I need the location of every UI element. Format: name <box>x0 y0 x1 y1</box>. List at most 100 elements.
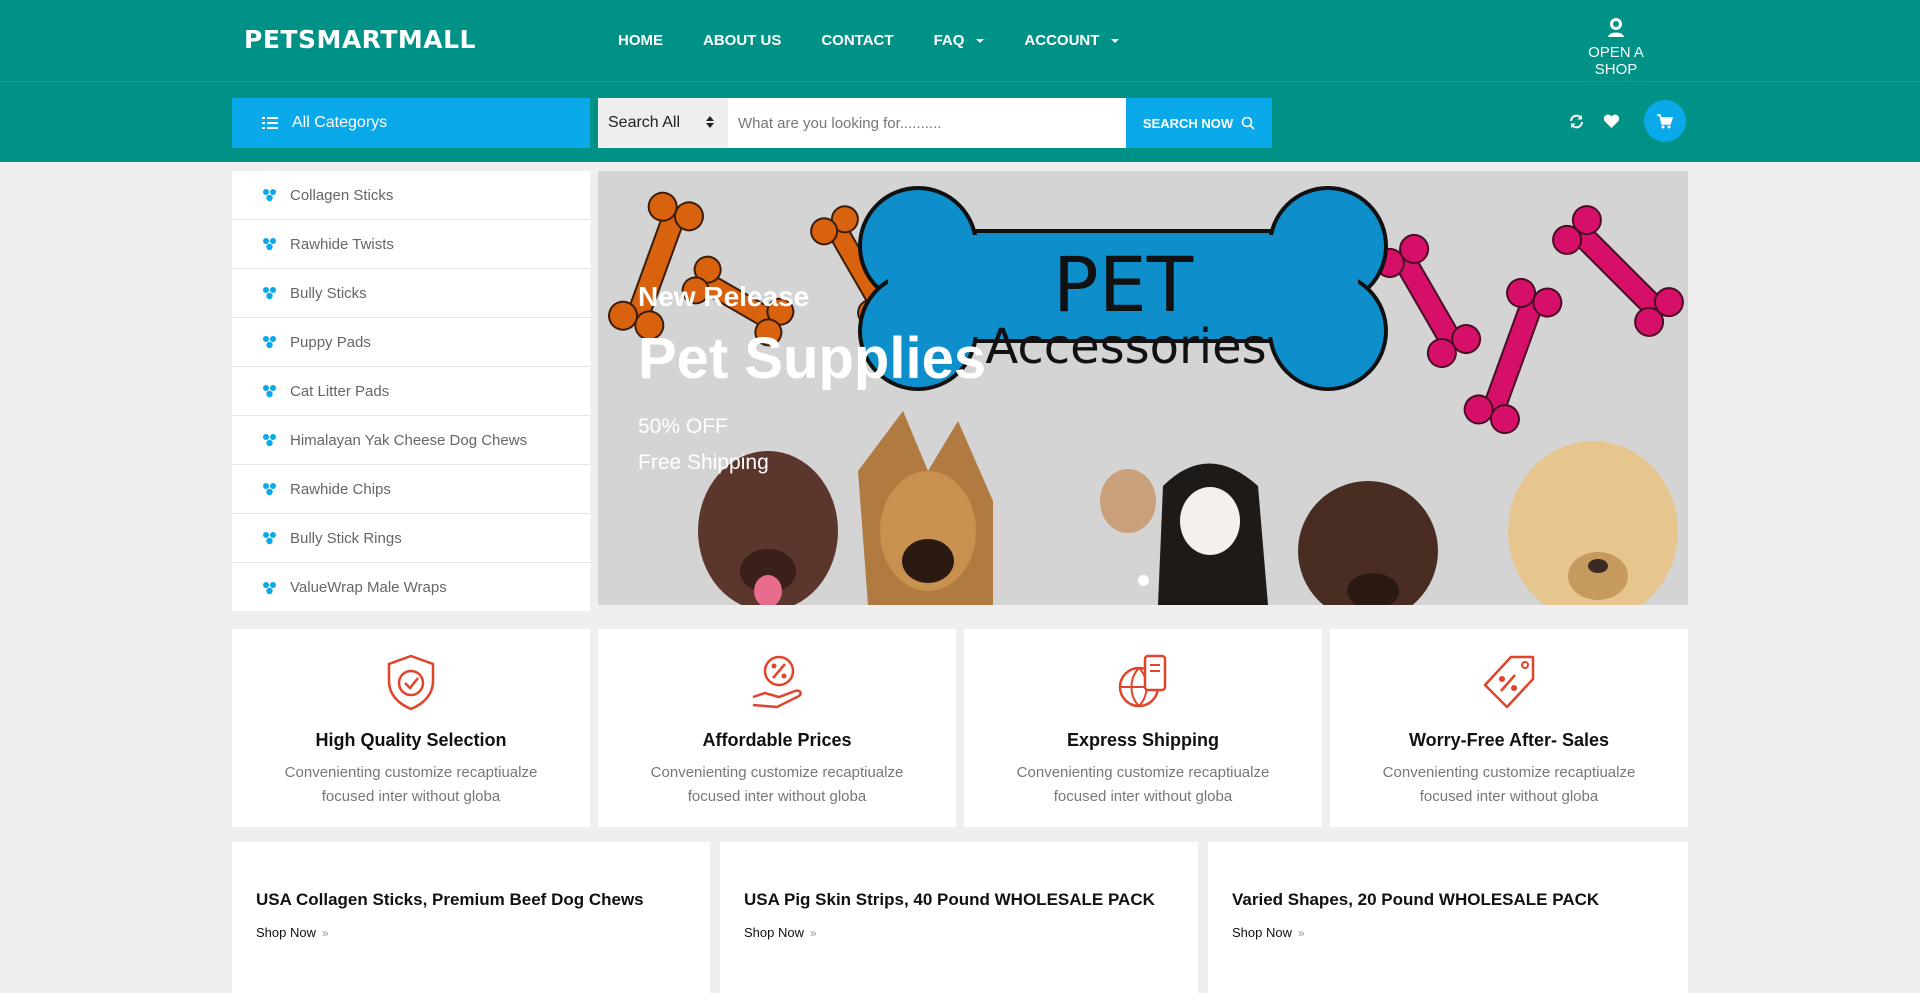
open-shop-label: OPEN A SHOP <box>1588 44 1644 78</box>
double-chevron-right-icon: » <box>1297 925 1305 940</box>
paw-icon <box>263 581 276 594</box>
sidebar-category-label: Himalayan Yak Cheese Dog Chews <box>290 431 528 449</box>
list-icon <box>262 117 278 129</box>
shop-now-label: Shop Now <box>256 925 316 940</box>
sidebar-category-label: Cat Litter Pads <box>290 382 390 400</box>
sidebar-category-label: Bully Stick Rings <box>290 529 402 547</box>
paw-icon <box>263 483 276 496</box>
shield-check-icon <box>387 654 435 711</box>
nav-about-us[interactable]: ABOUT US <box>703 32 781 49</box>
feature-box: Express Shipping Convenienting customize… <box>964 629 1322 827</box>
sidebar-category-label: Collagen Sticks <box>290 186 394 204</box>
category-sidebar: Collagen Sticks Rawhide Twists Bully Stick… <box>232 171 590 611</box>
feature-desc: Convenienting customize recaptiualze foc… <box>284 764 538 805</box>
search-category-select[interactable]: Search All <box>598 98 728 148</box>
all-categories-label: All Categorys <box>292 114 388 131</box>
caret-down-icon <box>1111 38 1120 43</box>
shop-now-label: Shop Now <box>1232 925 1292 940</box>
promo-card[interactable]: Varied Shapes, 20 Pound WHOLESALE PACK S… <box>1208 842 1688 993</box>
hand-percent-icon <box>752 655 802 709</box>
open-shop-link[interactable]: OPEN A SHOP <box>1568 16 1664 78</box>
sidebar-category-label: ValueWrap Male Wraps <box>290 579 447 596</box>
compare-icon[interactable] <box>1568 113 1585 130</box>
shop-now-label: Shop Now <box>744 925 804 940</box>
nav-label: CONTACT <box>821 32 894 49</box>
feature-title: Worry-Free After- Sales <box>1408 730 1610 750</box>
paw-icon <box>263 385 276 398</box>
promo-card[interactable]: USA Collagen Sticks, Premium Beef Dog Ch… <box>232 842 710 993</box>
site-logo[interactable]: PETSMARTMALL <box>244 25 476 54</box>
shop-now-link[interactable]: Shop Now » <box>256 925 710 940</box>
banner-word-accessories: Accessories <box>985 319 1266 375</box>
sidebar-category-item[interactable]: Cat Litter Pads <box>232 367 590 416</box>
sidebar-category-label: Bully Sticks <box>290 284 367 302</box>
nav-label: HOME <box>618 32 663 49</box>
search-input[interactable] <box>728 98 1126 148</box>
paw-icon <box>263 434 276 447</box>
banner-text: New Release Pet Supplies 50% OFF Free Sh… <box>638 281 986 481</box>
search-now-button[interactable]: SEARCH NOW <box>1126 98 1272 148</box>
paw-icon <box>263 336 276 349</box>
select-value: Search All <box>608 114 681 131</box>
sidebar-category-item[interactable]: ValueWrap Male Wraps <box>232 563 590 612</box>
search-icon <box>1241 116 1255 130</box>
caret-down-icon <box>976 38 985 43</box>
sidebar-category-item[interactable]: Bully Stick Rings <box>232 514 590 563</box>
banner-title: Pet Supplies <box>638 326 987 391</box>
nav-label: ACCOUNT <box>1024 32 1100 49</box>
sidebar-category-item[interactable]: Himalayan Yak Cheese Dog Chews <box>232 416 590 465</box>
paw-icon <box>263 532 276 545</box>
feature-box: High Quality Selection Convenienting cus… <box>232 629 590 827</box>
sidebar-category-label: Rawhide Twists <box>290 235 394 253</box>
slider-dot[interactable] <box>1138 575 1149 586</box>
paw-icon <box>263 287 276 300</box>
double-chevron-right-icon: » <box>809 925 817 940</box>
shop-now-link[interactable]: Shop Now » <box>1232 925 1688 940</box>
paw-icon <box>263 189 276 202</box>
main-nav: HOME ABOUT US CONTACT FAQ ACCOUNT <box>618 32 1159 49</box>
sidebar-category-item[interactable]: Puppy Pads <box>232 318 590 367</box>
feature-desc: Convenienting customize recaptiualze foc… <box>650 764 904 805</box>
user-headset-icon <box>1608 18 1624 37</box>
sidebar-category-label: Puppy Pads <box>290 333 371 351</box>
feature-title: Express Shipping <box>1066 730 1220 750</box>
double-chevron-right-icon: » <box>321 925 329 940</box>
promo-title: Varied Shapes, 20 Pound WHOLESALE PACK <box>1232 890 1600 909</box>
promo-title: USA Pig Skin Strips, 40 Pound WHOLESALE … <box>744 890 1155 909</box>
nav-home[interactable]: HOME <box>618 32 663 49</box>
banner-shipping: Free Shipping <box>638 451 769 474</box>
banner-discount: 50% OFF <box>638 415 728 438</box>
paw-icon <box>263 238 276 251</box>
promo-title: USA Collagen Sticks, Premium Beef Dog Ch… <box>256 890 644 909</box>
nav-contact[interactable]: CONTACT <box>821 32 893 49</box>
sort-arrows-icon <box>706 116 714 128</box>
sidebar-category-item[interactable]: Bully Sticks <box>232 269 590 318</box>
top-header: PETSMARTMALL HOME ABOUT US CONTACT FAQ A… <box>0 0 1920 82</box>
feature-title: High Quality Selection <box>315 730 507 750</box>
sidebar-category-label: Rawhide Chips <box>290 480 391 498</box>
sidebar-category-item[interactable]: Rawhide Twists <box>232 220 590 269</box>
promo-card[interactable]: USA Pig Skin Strips, 40 Pound WHOLESALE … <box>720 842 1198 993</box>
feature-box: Worry-Free After- Sales Convenienting cu… <box>1330 629 1688 827</box>
all-categories-button[interactable]: All Categorys <box>232 98 590 148</box>
sidebar-category-item[interactable]: Collagen Sticks <box>232 171 590 220</box>
nav-label: FAQ <box>933 32 965 49</box>
hero-banner[interactable]: PET Accessories New Release Pet Supplies… <box>598 171 1688 605</box>
nav-account[interactable]: ACCOUNT <box>1024 32 1120 49</box>
banner-word-pet: PET <box>1053 240 1194 329</box>
nav-label: ABOUT US <box>703 32 782 49</box>
feature-desc: Convenienting customize recaptiualze foc… <box>1382 764 1636 805</box>
cart-button[interactable] <box>1644 100 1686 142</box>
globe-shipping-icon <box>1118 654 1167 708</box>
banner-eyebrow: New Release <box>638 281 810 312</box>
sidebar-category-item[interactable]: Rawhide Chips <box>232 465 590 514</box>
header-actions <box>1568 100 1686 142</box>
shop-now-link[interactable]: Shop Now » <box>744 925 1198 940</box>
search-form: Search All SEARCH NOW <box>598 98 1272 148</box>
wishlist-heart-icon[interactable] <box>1603 114 1620 129</box>
feature-title: Affordable Prices <box>702 730 852 750</box>
feature-desc: Convenienting customize recaptiualze foc… <box>1016 764 1270 805</box>
nav-faq[interactable]: FAQ <box>934 32 985 49</box>
feature-box: Affordable Prices Convenienting customiz… <box>598 629 956 827</box>
search-now-label: SEARCH NOW <box>1142 115 1234 131</box>
